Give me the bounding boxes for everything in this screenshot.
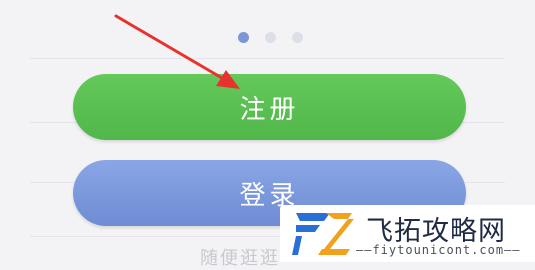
watermark-logo-icon — [292, 213, 354, 255]
watermark: 飞拓攻略网 ——fiytounicont.com—— — [280, 205, 535, 262]
watermark-url: ——fiytounicont.com—— — [356, 243, 521, 257]
